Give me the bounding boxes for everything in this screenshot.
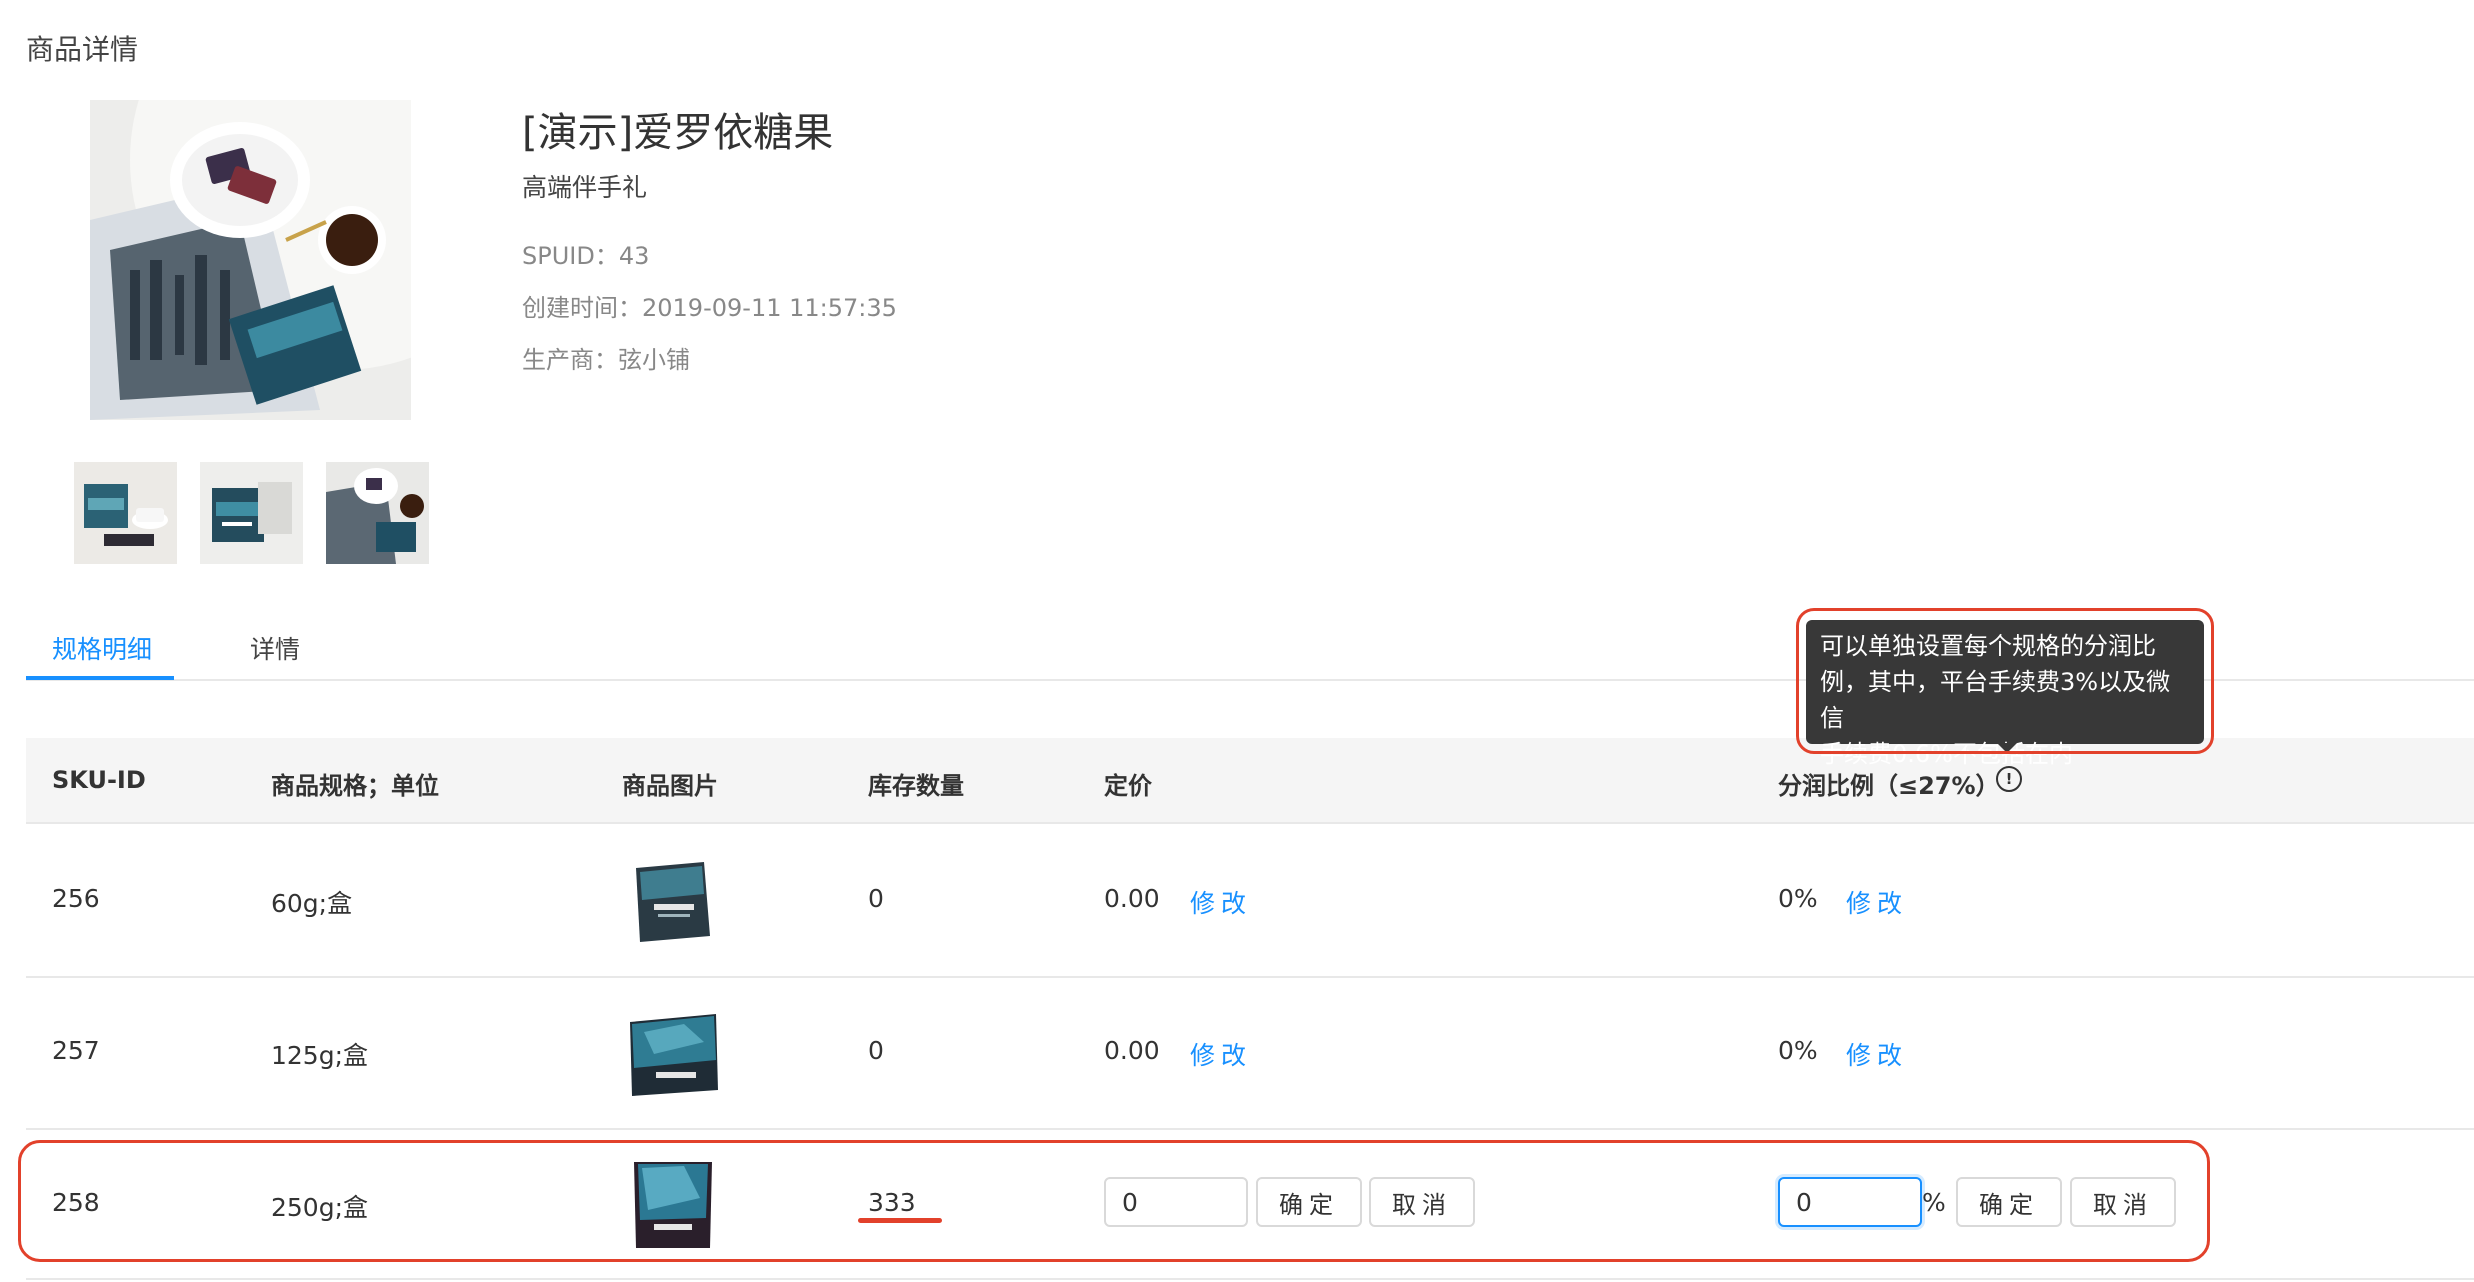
product-main-image xyxy=(90,100,411,420)
maker-value: 弦小铺 xyxy=(618,346,690,374)
spuid-value: 43 xyxy=(618,242,650,270)
row1-sku-image xyxy=(624,852,722,950)
row1-spec: 60g;盒 xyxy=(271,889,353,918)
product-thumbnail-2[interactable] xyxy=(200,462,303,564)
created-label: 创建时间： xyxy=(522,294,642,322)
created-value: 2019-09-11 11:57:35 xyxy=(642,294,897,322)
annotation-stock-underline xyxy=(858,1218,942,1223)
product-subtitle: 高端伴手礼 xyxy=(522,173,648,202)
header-spec: 商品规格；单位 xyxy=(271,772,439,800)
annotation-tooltip-highlight xyxy=(1796,608,2214,754)
row2-sku: 257 xyxy=(52,1036,100,1065)
product-thumbnail-1[interactable] xyxy=(74,462,177,564)
row2-edit-price-link[interactable]: 修改 xyxy=(1190,1036,1252,1072)
product-name: [演示]爱罗依糖果 xyxy=(522,110,834,156)
tab-spec-details[interactable]: 规格明细 xyxy=(52,630,152,666)
header-price: 定价 xyxy=(1104,772,1152,800)
row-divider xyxy=(26,1128,2474,1130)
row1-stock: 0 xyxy=(868,884,884,913)
product-thumbnail-3[interactable] xyxy=(326,462,429,564)
row1-ratio: 0% xyxy=(1778,884,1818,913)
row2-price: 0.00 xyxy=(1104,1036,1160,1065)
row2-spec: 125g;盒 xyxy=(271,1041,369,1070)
spuid-row: SPUID：43 xyxy=(522,236,649,271)
header-image: 商品图片 xyxy=(622,772,718,800)
row2-ratio: 0% xyxy=(1778,1036,1818,1065)
annotation-row-highlight xyxy=(18,1140,2210,1262)
maker-label: 生产商： xyxy=(522,346,618,374)
tab-details[interactable]: 详情 xyxy=(250,630,300,666)
row-divider xyxy=(26,976,2474,978)
row1-price: 0.00 xyxy=(1104,884,1160,913)
header-stock: 库存数量 xyxy=(868,772,964,800)
header-sku-id: SKU-ID xyxy=(52,766,146,794)
spuid-label: SPUID： xyxy=(522,242,619,270)
row-divider xyxy=(26,1278,2474,1280)
row2-sku-image xyxy=(624,1002,722,1100)
maker-row: 生产商：弦小铺 xyxy=(522,340,690,375)
row1-edit-price-link[interactable]: 修改 xyxy=(1190,884,1252,920)
row1-sku: 256 xyxy=(52,884,100,913)
created-row: 创建时间：2019-09-11 11:57:35 xyxy=(522,288,897,323)
tab-active-indicator xyxy=(26,676,174,680)
row2-stock: 0 xyxy=(868,1036,884,1065)
page-title: 商品详情 xyxy=(26,33,139,66)
row2-edit-ratio-link[interactable]: 修改 xyxy=(1846,1036,1908,1072)
row1-edit-ratio-link[interactable]: 修改 xyxy=(1846,884,1908,920)
